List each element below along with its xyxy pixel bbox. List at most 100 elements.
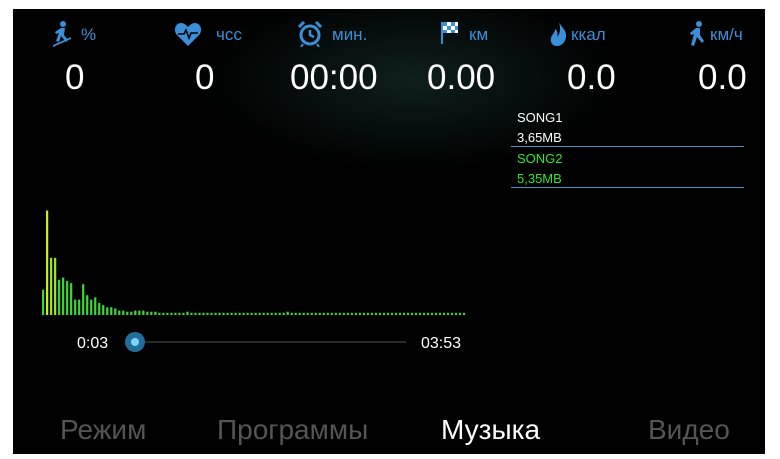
visualizer-bar bbox=[438, 312, 442, 315]
visualizer-bar bbox=[110, 307, 113, 315]
visualizer-bar bbox=[246, 312, 249, 315]
visualizer-bar bbox=[114, 308, 117, 315]
visualizer-bar bbox=[178, 312, 181, 315]
heart-rate-icon bbox=[174, 21, 202, 52]
treadmill-screen: % 0 чсс 0 мин. 00:00 км 0.00 ккал 0.0 км… bbox=[13, 9, 765, 454]
visualizer-bar bbox=[70, 283, 73, 315]
stat-incline-unit: % bbox=[81, 25, 97, 44]
visualizer-bar bbox=[58, 279, 61, 315]
visualizer-bar bbox=[366, 312, 369, 315]
stat-calories-value: 0.0 bbox=[567, 58, 616, 97]
checkered-flag-icon bbox=[440, 21, 460, 50]
tab-video[interactable]: Видео bbox=[648, 414, 730, 446]
visualizer-bar bbox=[66, 280, 69, 315]
visualizer-bar bbox=[214, 312, 217, 315]
visualizer-bar bbox=[238, 312, 241, 315]
visualizer-bar bbox=[378, 312, 381, 315]
visualizer-bar bbox=[414, 312, 418, 315]
visualizer-bar bbox=[354, 312, 357, 315]
visualizer-bar bbox=[98, 302, 101, 315]
visualizer-bar bbox=[314, 312, 317, 315]
seek-track[interactable] bbox=[131, 341, 406, 343]
visualizer-bar bbox=[386, 312, 390, 315]
tab-mode[interactable]: Режим bbox=[60, 414, 146, 446]
stat-time: мин. 00:00 bbox=[290, 9, 418, 99]
visualizer-bar bbox=[418, 312, 422, 315]
visualizer-bar bbox=[90, 299, 93, 315]
stat-distance-value: 0.00 bbox=[427, 58, 496, 97]
visualizer-bar bbox=[186, 311, 189, 315]
visualizer-bar bbox=[342, 312, 345, 315]
stat-time-unit: мин. bbox=[332, 25, 368, 44]
visualizer-bar bbox=[222, 312, 225, 315]
visualizer-bar bbox=[78, 299, 81, 315]
visualizer-bar bbox=[294, 312, 297, 315]
visualizer-bar bbox=[374, 312, 377, 315]
visualizer-bar bbox=[410, 312, 414, 315]
playlist-item-song2[interactable]: SONG2 5,35MB bbox=[511, 147, 744, 188]
runner-speed-icon bbox=[688, 21, 706, 52]
stat-speed: км/ч 0.0 bbox=[670, 9, 765, 99]
visualizer-bar bbox=[266, 312, 269, 315]
visualizer-bar bbox=[270, 312, 273, 315]
visualizer-bar bbox=[398, 312, 402, 315]
visualizer-bar bbox=[150, 311, 153, 315]
stat-speed-unit: км/ч bbox=[710, 25, 743, 44]
visualizer-bar bbox=[330, 312, 333, 315]
stat-heart-rate-value: 0 bbox=[195, 58, 215, 97]
visualizer-bar bbox=[82, 284, 85, 315]
visualizer-bar bbox=[318, 312, 321, 315]
song-name: SONG2 bbox=[517, 151, 563, 166]
visualizer-bar bbox=[202, 312, 205, 315]
visualizer-bar bbox=[226, 312, 229, 315]
visualizer-bar bbox=[166, 312, 169, 315]
visualizer-bar bbox=[298, 312, 301, 315]
visualizer-bar bbox=[182, 312, 185, 315]
visualizer-bar bbox=[130, 311, 133, 315]
playlist-item-song1[interactable]: SONG1 3,65MB bbox=[511, 106, 744, 147]
tab-music[interactable]: Музыка bbox=[441, 414, 540, 446]
visualizer-bar bbox=[390, 312, 394, 315]
song-size: 5,35MB bbox=[517, 171, 562, 186]
total-time: 03:53 bbox=[420, 335, 461, 352]
stat-time-value: 00:00 bbox=[290, 58, 378, 97]
visualizer-bar bbox=[234, 312, 237, 315]
visualizer-bar bbox=[46, 210, 49, 315]
visualizer-bar bbox=[290, 312, 293, 315]
bottom-nav: Режим Программы Музыка Видео bbox=[13, 404, 765, 454]
visualizer-bar bbox=[406, 312, 410, 315]
visualizer-bar bbox=[142, 310, 145, 315]
visualizer-bar bbox=[370, 312, 373, 315]
visualizer-bar bbox=[362, 312, 365, 315]
visualizer-bar bbox=[154, 311, 157, 315]
seek-thumb[interactable] bbox=[124, 332, 145, 352]
visualizer-bar bbox=[118, 310, 121, 315]
visualizer-bar bbox=[358, 312, 361, 315]
visualizer-bar bbox=[146, 311, 149, 315]
visualizer-bar bbox=[310, 312, 313, 315]
audio-visualizer bbox=[42, 210, 466, 315]
visualizer-bar bbox=[230, 312, 233, 315]
visualizer-bar bbox=[94, 297, 97, 315]
visualizer-bar bbox=[42, 289, 45, 315]
visualizer-bar bbox=[54, 257, 57, 315]
visualizer-bar bbox=[326, 312, 329, 315]
current-time: 0:03 bbox=[77, 335, 109, 352]
visualizer-bar bbox=[162, 312, 165, 315]
visualizer-bar bbox=[102, 305, 105, 315]
visualizer-bar bbox=[322, 312, 325, 315]
stat-heart-rate-unit: чсс bbox=[216, 25, 242, 44]
visualizer-bar bbox=[282, 312, 285, 315]
visualizer-bar bbox=[446, 312, 450, 315]
visualizer-bar bbox=[430, 312, 434, 315]
visualizer-bar bbox=[286, 311, 289, 315]
visualizer-bar bbox=[382, 312, 386, 315]
playlist: SONG1 3,65MB SONG2 5,35MB bbox=[511, 106, 744, 188]
tab-programs[interactable]: Программы bbox=[217, 414, 368, 446]
visualizer-bar bbox=[394, 312, 398, 315]
visualizer-bar bbox=[74, 299, 77, 315]
visualizer-bar bbox=[258, 312, 261, 315]
visualizer-bar bbox=[62, 277, 65, 315]
visualizer-bar bbox=[442, 312, 446, 315]
flame-icon bbox=[549, 21, 569, 52]
